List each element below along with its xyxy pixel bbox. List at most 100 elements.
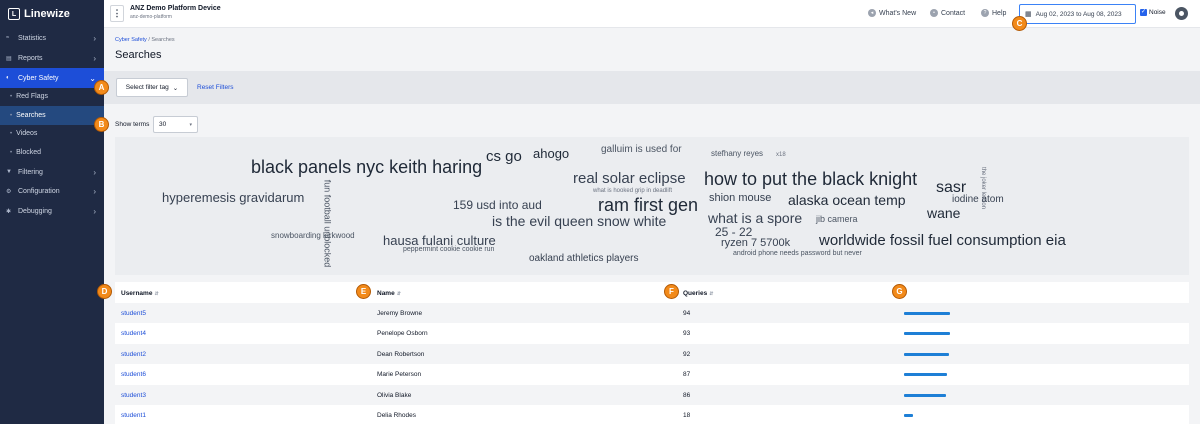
table-row[interactable]: student6 Marie Peterson 87	[115, 364, 1189, 384]
show-terms-value: 30	[159, 121, 167, 128]
cloud-term[interactable]: hyperemesis gravidarum	[162, 191, 304, 204]
kebab-menu-button[interactable]: ⋮	[110, 5, 124, 22]
table-row[interactable]: student3 Olivia Blake 86	[115, 385, 1189, 405]
breadcrumb-separator: /	[148, 37, 150, 43]
cloud-term[interactable]: cs go	[486, 149, 522, 164]
query-count: 93	[683, 330, 691, 337]
query-bar	[904, 332, 950, 335]
sidebar-item-configuration[interactable]: ⚙ Configuration ›	[0, 181, 104, 201]
cloud-term[interactable]: ryzen 7 5700k	[721, 238, 790, 249]
cloud-term[interactable]: x18	[776, 152, 786, 158]
username-link[interactable]: student2	[121, 351, 146, 358]
bug-icon: ✱	[6, 208, 12, 215]
date-range-value: Aug 02, 2023 to Aug 08, 2023	[1035, 10, 1122, 18]
student-name: Delia Rhodes	[377, 412, 417, 419]
sidebar-subitem-red-flags[interactable]: • Red Flags	[0, 87, 104, 106]
cloud-term[interactable]: fun football unblocked	[323, 177, 333, 271]
sidebar-item-cyber-safety[interactable]: ◐ Cyber Safety ⌄	[0, 68, 104, 88]
query-bar	[904, 394, 946, 397]
cloud-term[interactable]: black panels nyc keith haring	[251, 158, 482, 176]
cloud-term[interactable]: worldwide fossil fuel consumption eia	[819, 233, 1066, 248]
sidebar-item-statistics[interactable]: ≈ Statistics ›	[0, 28, 104, 48]
cloud-term[interactable]: jib camera	[816, 215, 858, 224]
contact-link[interactable]: • Contact	[930, 9, 965, 17]
cloud-term[interactable]: android phone needs password but never	[733, 250, 862, 257]
username-link[interactable]: student6	[121, 371, 146, 378]
table-row[interactable]: student5 Jeremy Browne 94	[115, 303, 1189, 323]
sort-icon: ⇵	[154, 291, 159, 297]
statistics-icon: ≈	[6, 35, 10, 41]
calendar-icon: ▦	[1025, 11, 1032, 18]
whats-new-link[interactable]: ◂ What's New	[868, 9, 916, 17]
cloud-term[interactable]: ram first gen	[598, 196, 698, 214]
sidebar-subitem-blocked[interactable]: • Blocked	[0, 143, 104, 162]
whats-new-label: What's New	[879, 9, 917, 17]
username-link[interactable]: student1	[121, 412, 146, 419]
cloud-term[interactable]: 159 usd into aud	[453, 199, 542, 211]
sort-icon: ⇵	[396, 291, 401, 297]
cloud-term[interactable]: the joker lesson	[980, 158, 986, 218]
cloud-term[interactable]: shion mouse	[709, 193, 771, 204]
callout-marker-f: F	[664, 284, 679, 299]
cloud-term[interactable]: wane	[927, 206, 960, 220]
bullet-icon: •	[10, 112, 13, 119]
top-bar: ⋮ ANZ Demo Platform Device anz-demo-plat…	[104, 0, 1200, 28]
cloud-term[interactable]: galluim is used for	[601, 145, 682, 155]
cloud-term[interactable]: peppermint cookie cookie run	[403, 246, 494, 253]
table-row[interactable]: student1 Delia Rhodes 18	[115, 405, 1189, 424]
chevron-down-icon: ⌄	[89, 73, 96, 83]
query-count: 86	[683, 392, 691, 399]
select-filter-tag-label: Select filter tag	[125, 84, 169, 91]
device-subtitle: anz-demo-platform	[130, 14, 172, 20]
student-table: Username ⇵ Name ⇵ Queries ⇵ student5 Jeremy…	[115, 282, 1189, 424]
breadcrumb-link-cyber-safety[interactable]: Cyber Safety	[115, 37, 147, 43]
cloud-term[interactable]: is the evil queen snow white	[492, 214, 666, 228]
show-terms-select[interactable]: 30 ▾	[153, 116, 198, 133]
cloud-term[interactable]: alaska ocean temp	[788, 193, 906, 207]
sidebar-item-label: Reports	[18, 54, 43, 62]
cloud-term[interactable]: iodine atom	[952, 195, 1004, 205]
help-link[interactable]: ? Help	[981, 9, 1006, 17]
chevron-right-icon: ›	[93, 53, 96, 63]
bullet-icon: •	[10, 130, 13, 137]
show-terms-label: Show terms	[115, 121, 150, 128]
sort-icon: ⇵	[709, 291, 714, 297]
table-row[interactable]: student2 Dean Robertson 92	[115, 344, 1189, 364]
sidebar-item-debugging[interactable]: ✱ Debugging ›	[0, 201, 104, 221]
reset-filters-link[interactable]: Reset Filters	[197, 84, 233, 91]
cloud-term[interactable]: oakland athletics players	[529, 254, 639, 264]
cloud-term[interactable]: stefhany reyes	[711, 150, 763, 158]
cloud-term[interactable]: what is a spore	[708, 211, 802, 225]
sidebar-subitem-videos[interactable]: • Videos	[0, 124, 104, 143]
column-header-username[interactable]: Username ⇵	[121, 290, 159, 297]
page-title: Searches	[115, 49, 162, 61]
device-title: ANZ Demo Platform Device	[130, 5, 221, 12]
noise-checkbox[interactable]: ✓	[1140, 9, 1147, 16]
column-header-queries[interactable]: Queries ⇵	[683, 290, 713, 297]
query-bar	[904, 353, 949, 356]
student-name: Marie Peterson	[377, 371, 422, 378]
noise-toggle[interactable]: ✓ Noise	[1140, 9, 1166, 16]
table-row[interactable]: student4 Penelope Osborn 93	[115, 323, 1189, 343]
date-range-picker[interactable]: ▦ Aug 02, 2023 to Aug 08, 2023	[1019, 4, 1136, 24]
user-avatar-icon[interactable]	[1175, 7, 1188, 20]
column-header-name[interactable]: Name ⇵	[377, 290, 401, 297]
bullet-icon: •	[10, 93, 13, 100]
cloud-term[interactable]: how to put the black knight	[704, 170, 917, 188]
cloud-term[interactable]: real solar eclipse	[573, 171, 686, 186]
username-link[interactable]: student3	[121, 392, 146, 399]
cloud-term[interactable]: snowboarding kirkwood	[271, 232, 355, 240]
select-filter-tag-button[interactable]: Select filter tag ⌄	[116, 78, 188, 97]
sidebar-item-label: Statistics	[18, 34, 47, 42]
sidebar-subitem-searches[interactable]: • Searches	[0, 106, 104, 125]
query-bar	[904, 414, 913, 417]
sidebar-item-filtering[interactable]: ▼ Filtering ›	[0, 162, 104, 182]
query-bar	[904, 373, 947, 376]
username-link[interactable]: student5	[121, 310, 146, 317]
caret-down-icon: ▾	[189, 121, 192, 128]
username-link[interactable]: student4	[121, 330, 146, 337]
cloud-term[interactable]: ahogo	[533, 147, 569, 160]
help-label: Help	[992, 9, 1007, 17]
sidebar-item-reports[interactable]: ▤ Reports ›	[0, 48, 104, 68]
cloud-term[interactable]: what is hooked grip in deadlift	[593, 188, 672, 194]
